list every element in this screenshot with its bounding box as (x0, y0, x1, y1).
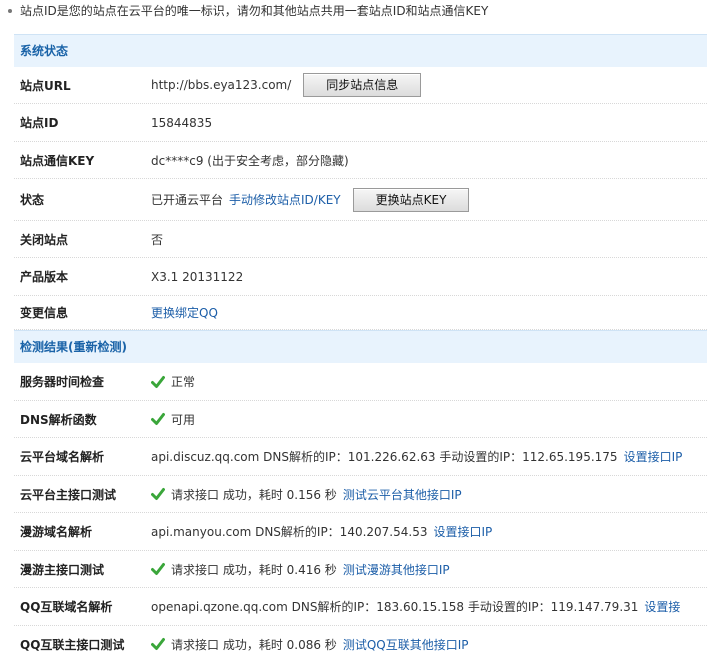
cloud-panel: 系统状态 站点URL http://bbs.eya123.com/ 同步站点信息… (14, 34, 707, 662)
qq-api-result: 请求接口 成功，耗时 0.086 秒 (171, 637, 337, 652)
row-site-key: 站点通信KEY dc****c9 (出于安全考虑，部分隐藏) (14, 142, 707, 179)
change-site-key-button[interactable]: 更换站点KEY (352, 187, 470, 212)
value-cloud-api: 请求接口 成功，耗时 0.156 秒 测试云平台其他接口IP (151, 486, 707, 503)
row-dns-func: DNS解析函数 可用 (14, 401, 707, 438)
row-manyou-dns: 漫游域名解析 api.manyou.com DNS解析的IP：140.207.5… (14, 513, 707, 551)
dns-func-status: 可用 (171, 412, 196, 427)
row-cloud-dns: 云平台域名解析 api.discuz.qq.com DNS解析的IP：101.2… (14, 438, 707, 476)
cloud-api-result: 请求接口 成功，耗时 0.156 秒 (171, 487, 337, 502)
value-site-key: dc****c9 (出于安全考虑，部分隐藏) (151, 153, 349, 168)
section-title-status: 系统状态 (20, 44, 69, 58)
row-qq-api: QQ互联主接口测试 请求接口 成功，耗时 0.086 秒 测试QQ互联其他接口I… (14, 626, 707, 662)
row-state: 状态 已开通云平台 手动修改站点ID/KEY 更换站点KEY (14, 179, 707, 221)
label-server-time: 服务器时间检查 (20, 375, 105, 389)
notice-text: 站点ID是您的站点在云平台的唯一标识，请勿和其他站点共用一套站点ID和站点通信K… (0, 0, 488, 26)
label-site-url: 站点URL (20, 78, 71, 93)
site-url-text: http://bbs.eya123.com/ (151, 78, 292, 92)
section-header-status: 系统状态 (14, 34, 707, 67)
label-qq-dns: QQ互联域名解析 (20, 600, 113, 614)
value-closed: 否 (151, 232, 164, 247)
value-qq-dns: openapi.qzone.qq.com DNS解析的IP：183.60.15.… (151, 598, 707, 615)
value-server-time: 正常 (151, 373, 707, 390)
row-manyou-api: 漫游主接口测试 请求接口 成功，耗时 0.416 秒 测试漫游其他接口IP (14, 551, 707, 588)
label-dns-func: DNS解析函数 (20, 412, 97, 427)
row-closed: 关闭站点 否 (14, 221, 707, 258)
check-icon (151, 413, 165, 425)
manyou-set-ip-link[interactable]: 设置接口IP (433, 523, 492, 540)
state-text: 已开通云平台 (151, 193, 224, 207)
bullet-icon (8, 8, 12, 13)
check-icon (151, 563, 165, 575)
cloud-set-ip-link[interactable]: 设置接口IP (624, 448, 683, 465)
value-manyou-api: 请求接口 成功，耗时 0.416 秒 测试漫游其他接口IP (151, 561, 707, 578)
value-site-url: http://bbs.eya123.com/ 同步站点信息 (151, 73, 707, 97)
row-site-url: 站点URL http://bbs.eya123.com/ 同步站点信息 (14, 67, 707, 104)
qq-dns-text: openapi.qzone.qq.com DNS解析的IP：183.60.15.… (151, 600, 639, 614)
value-dns-func: 可用 (151, 411, 707, 428)
label-site-key: 站点通信KEY (20, 153, 95, 168)
row-site-id: 站点ID 15844835 (14, 104, 707, 142)
qq-test-other-ip-link[interactable]: 测试QQ互联其他接口IP (343, 636, 469, 653)
sync-site-button[interactable]: 同步站点信息 (303, 73, 422, 97)
label-manyou-api: 漫游主接口测试 (20, 562, 105, 577)
manyou-test-other-ip-link[interactable]: 测试漫游其他接口IP (343, 561, 450, 578)
cloud-dns-text: api.discuz.qq.com DNS解析的IP：101.226.62.63… (151, 450, 618, 464)
label-state: 状态 (20, 193, 45, 207)
value-qq-api: 请求接口 成功，耗时 0.086 秒 测试QQ互联其他接口IP (151, 636, 707, 653)
value-state: 已开通云平台 手动修改站点ID/KEY 更换站点KEY (151, 187, 707, 212)
cloud-test-other-ip-link[interactable]: 测试云平台其他接口IP (343, 486, 462, 503)
value-cloud-dns: api.discuz.qq.com DNS解析的IP：101.226.62.63… (151, 448, 707, 465)
row-change: 变更信息 更换绑定QQ (14, 296, 707, 330)
label-cloud-dns: 云平台域名解析 (20, 450, 105, 464)
manyou-dns-text: api.manyou.com DNS解析的IP：140.207.54.53 (151, 525, 428, 539)
section-title-check: 检测结果( (20, 340, 74, 354)
row-version: 产品版本 X3.1 20131122 (14, 258, 707, 296)
label-manyou-dns: 漫游域名解析 (20, 525, 93, 539)
recheck-link[interactable]: 重新检测 (74, 340, 122, 354)
value-site-id: 15844835 (151, 115, 213, 130)
edit-site-id-key-link[interactable]: 手动修改站点ID/KEY (229, 191, 341, 208)
manyou-api-result: 请求接口 成功，耗时 0.416 秒 (171, 562, 337, 577)
row-qq-dns: QQ互联域名解析 openapi.qzone.qq.com DNS解析的IP：1… (14, 588, 707, 626)
section-header-check: 检测结果(重新检测) (14, 330, 707, 363)
label-change: 变更信息 (20, 306, 69, 320)
label-site-id: 站点ID (20, 116, 59, 130)
label-qq-api: QQ互联主接口测试 (20, 637, 125, 652)
value-version: X3.1 20131122 (151, 269, 244, 284)
server-time-status: 正常 (171, 375, 196, 389)
check-icon (151, 638, 165, 650)
row-server-time: 服务器时间检查 正常 (14, 363, 707, 401)
value-manyou-dns: api.manyou.com DNS解析的IP：140.207.54.53 设置… (151, 523, 707, 540)
section-title-check-end: ) (121, 340, 127, 354)
row-cloud-api: 云平台主接口测试 请求接口 成功，耗时 0.156 秒 测试云平台其他接口IP (14, 476, 707, 513)
check-icon (151, 375, 165, 388)
value-change: 更换绑定QQ (151, 304, 707, 321)
change-bind-qq-link[interactable]: 更换绑定QQ (151, 304, 218, 321)
check-icon (151, 488, 165, 500)
label-cloud-api: 云平台主接口测试 (20, 487, 117, 502)
notice-label: 站点ID是您的站点在云平台的唯一标识，请勿和其他站点共用一套站点ID和站点通信K… (20, 4, 489, 18)
qq-set-ip-link[interactable]: 设置接 (644, 598, 680, 615)
label-version: 产品版本 (20, 270, 69, 284)
label-closed: 关闭站点 (20, 232, 69, 247)
